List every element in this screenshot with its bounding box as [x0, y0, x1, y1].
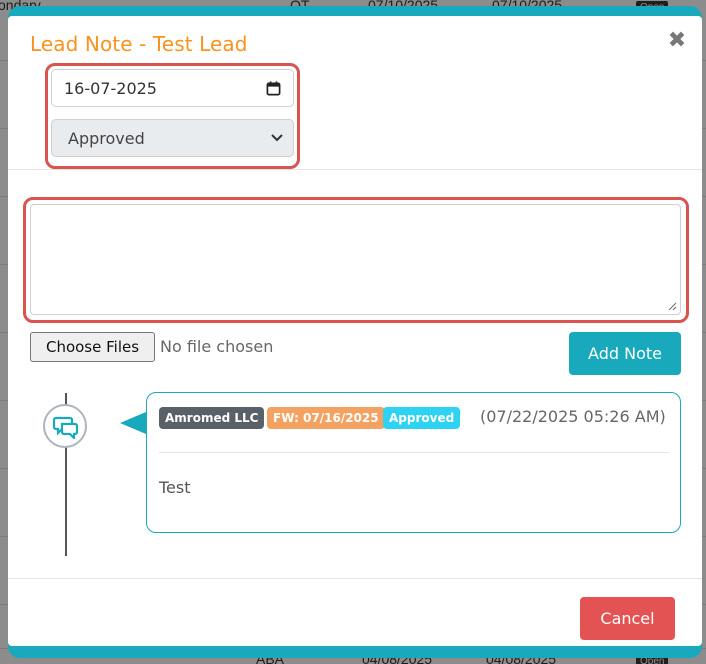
date-value: 16-07-2025: [64, 79, 157, 98]
footer-divider: [8, 578, 702, 579]
note-timestamp: (07/22/2025 05:26 AM): [480, 407, 666, 426]
resize-grip-icon[interactable]: [667, 301, 677, 311]
chevron-down-icon: [271, 134, 283, 142]
comments-icon: [53, 416, 79, 439]
add-note-button[interactable]: Add Note: [569, 332, 681, 375]
status-select[interactable]: Approved: [51, 119, 294, 157]
modal-title: Lead Note - Test Lead: [30, 32, 248, 56]
cancel-button[interactable]: Cancel: [580, 597, 675, 640]
status-badge: Approved: [383, 407, 461, 429]
followup-badge: FW: 07/16/2025: [267, 407, 385, 429]
close-icon[interactable]: ✖: [666, 30, 688, 52]
note-text: Test: [159, 478, 191, 497]
note-pointer: [120, 412, 146, 434]
timeline-node: [43, 404, 87, 448]
lead-note-modal: Lead Note - Test Lead ✖ 16-07-2025 Appro…: [8, 16, 702, 646]
note-divider: [159, 452, 669, 453]
file-status-text: No file chosen: [160, 337, 274, 356]
note-textarea[interactable]: [30, 204, 681, 315]
note-entry: Amromed LLC FW: 07/16/2025 Approved (07/…: [146, 392, 681, 533]
company-badge: Amromed LLC: [159, 407, 265, 429]
section-divider: [8, 169, 702, 170]
calendar-icon[interactable]: [266, 81, 281, 96]
status-select-value: Approved: [68, 129, 145, 148]
followup-date-input[interactable]: 16-07-2025: [51, 69, 294, 107]
choose-files-button[interactable]: Choose Files: [30, 332, 155, 362]
